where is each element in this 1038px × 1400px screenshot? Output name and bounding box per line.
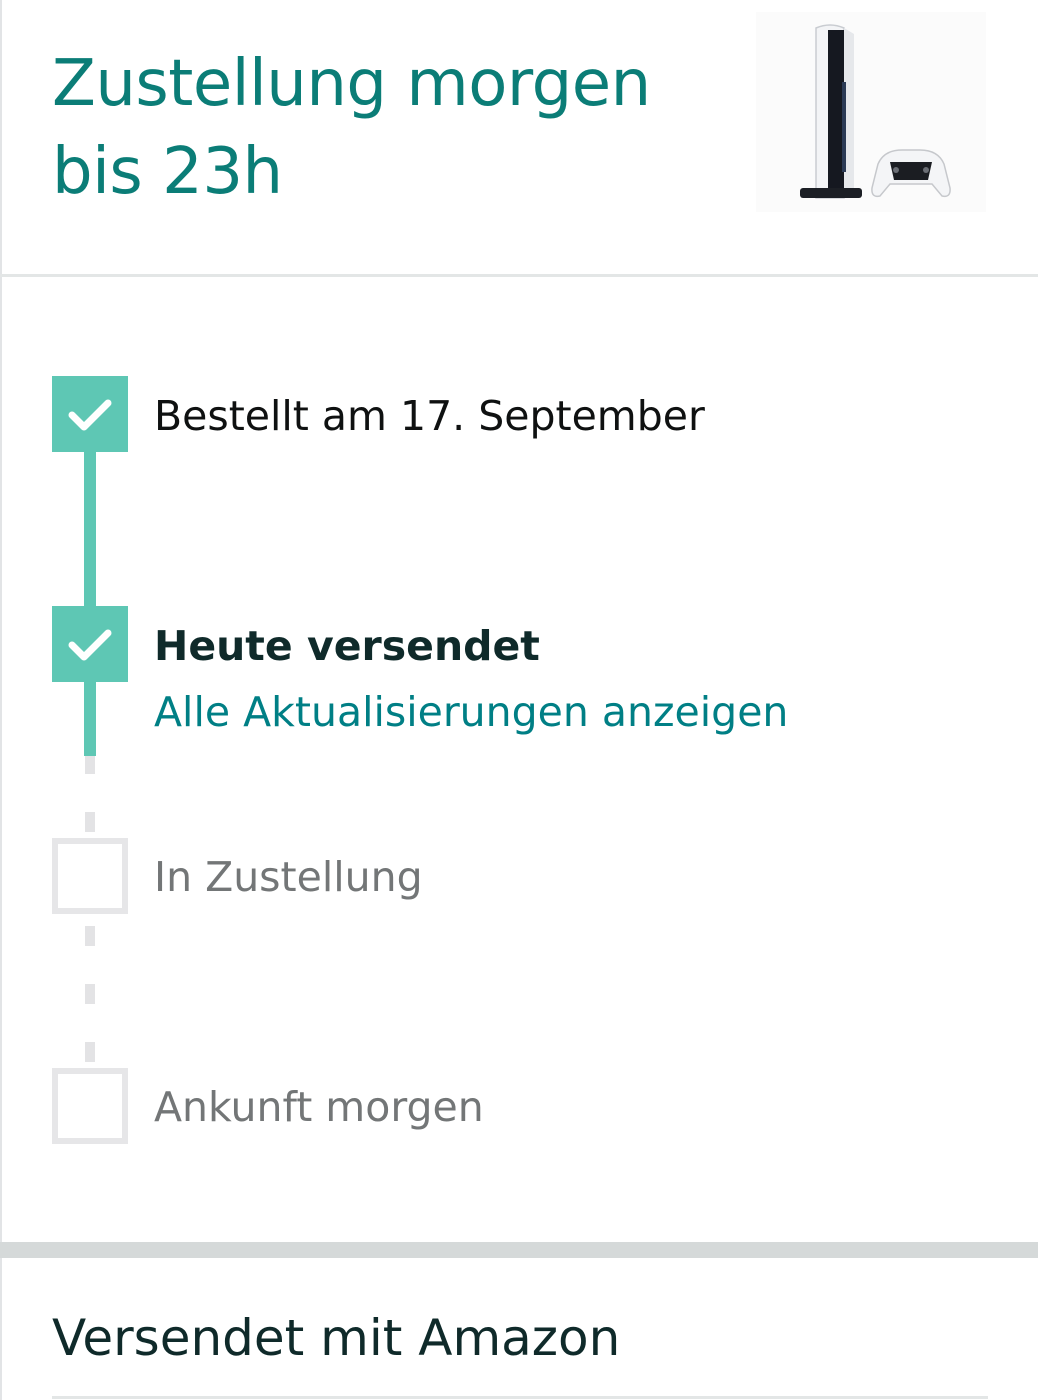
- delivery-estimate-title: Zustellung morgen bis 23h: [52, 40, 712, 216]
- step-out-for-delivery-label: In Zustellung: [154, 853, 423, 901]
- shipping-carrier-title: Versendet mit Amazon: [52, 1309, 621, 1367]
- timeline-connector-dash: [85, 756, 95, 774]
- timeline-connector-dash: [85, 984, 95, 1004]
- timeline-connector-dash: [85, 812, 95, 832]
- game-console-icon: [800, 24, 951, 199]
- step-shipped-label: Heute versendet: [154, 622, 540, 670]
- step-arrival-checkbox: [52, 1068, 128, 1144]
- section-separator: [0, 1242, 1038, 1258]
- delivery-estimate-line-1: Zustellung morgen: [52, 47, 651, 121]
- step-ordered-label: Bestellt am 17. September: [154, 392, 705, 440]
- timeline-connector-complete: [84, 450, 96, 610]
- check-icon: [68, 399, 112, 431]
- step-shipped-checkbox: [52, 606, 128, 682]
- delivery-estimate-line-2: bis 23h: [52, 135, 283, 209]
- check-icon: [68, 629, 112, 661]
- header-divider: [0, 274, 1038, 277]
- footer-divider: [52, 1396, 988, 1399]
- view-all-updates-link[interactable]: Alle Aktualisierungen anzeigen: [154, 687, 788, 737]
- step-out-for-delivery-checkbox: [52, 838, 128, 914]
- product-thumbnail[interactable]: [756, 12, 986, 212]
- timeline-connector-complete: [84, 680, 96, 756]
- step-ordered-checkbox: [52, 376, 128, 452]
- timeline-connector-dash: [85, 926, 95, 946]
- step-arrival-label: Ankunft morgen: [154, 1083, 484, 1131]
- timeline-connector-dash: [85, 1042, 95, 1062]
